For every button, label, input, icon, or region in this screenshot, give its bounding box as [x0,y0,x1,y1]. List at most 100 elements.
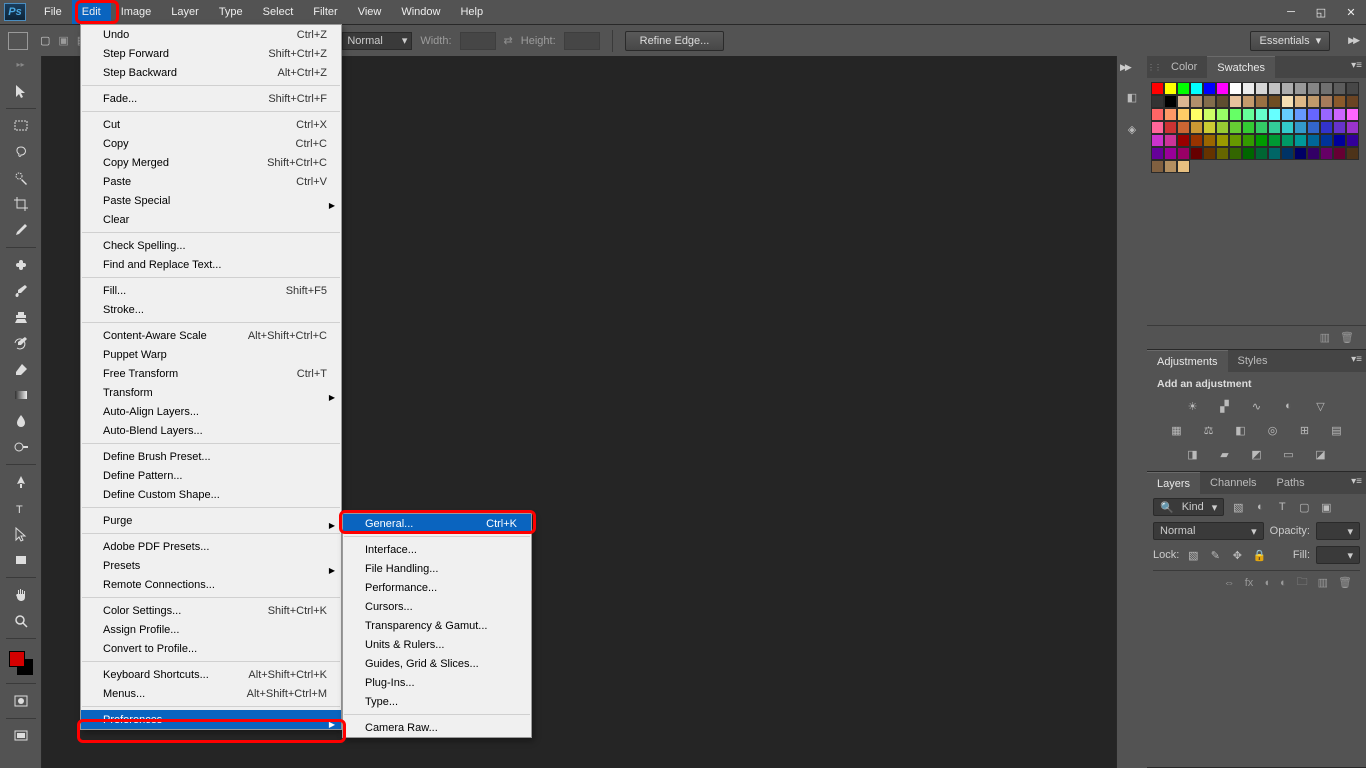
menu-item-free-transform[interactable]: Free TransformCtrl+T [81,364,341,383]
swatch[interactable] [1281,134,1294,147]
lock-transparency-icon[interactable]: ▧ [1185,549,1201,562]
swatch[interactable] [1320,134,1333,147]
new-fill-layer-icon[interactable]: ◐ [1280,577,1287,589]
swatch[interactable] [1294,95,1307,108]
blend-mode-dropdown[interactable]: Normal▾ [1153,522,1264,540]
paths-tab[interactable]: Paths [1267,472,1315,494]
menu-item-undo[interactable]: UndoCtrl+Z [81,25,341,44]
swatch[interactable] [1177,147,1190,160]
menu-item-copy-merged[interactable]: Copy MergedShift+Ctrl+C [81,153,341,172]
swatch[interactable] [1333,95,1346,108]
menu-item-presets[interactable]: Presets [81,556,341,575]
selective-color-adjust-icon[interactable]: ◪ [1312,446,1330,462]
style-dropdown[interactable]: Normal▾ [342,32,412,50]
swatch[interactable] [1255,82,1268,95]
swatch[interactable] [1333,108,1346,121]
menubar-view[interactable]: View [348,0,392,24]
menu-item-purge[interactable]: Purge [81,511,341,530]
menu-item-fill-[interactable]: Fill...Shift+F5 [81,281,341,300]
bw-adjust-icon[interactable]: ◧ [1232,422,1250,438]
swatch[interactable] [1203,108,1216,121]
swatch[interactable] [1346,95,1359,108]
quick-mask-toggle[interactable] [9,690,33,712]
properties-panel-icon[interactable]: ◈ [1121,118,1143,140]
menubar-select[interactable]: Select [253,0,304,24]
gradient-tool[interactable] [9,384,33,406]
color-swatch-pair[interactable] [7,649,35,677]
swatch[interactable] [1320,108,1333,121]
brightness-adjust-icon[interactable]: ☀ [1184,398,1202,414]
swatch[interactable] [1268,82,1281,95]
swatch[interactable] [1242,121,1255,134]
healing-brush-tool[interactable] [9,254,33,276]
swatch[interactable] [1229,108,1242,121]
swatch[interactable] [1151,160,1164,173]
swatch[interactable] [1164,160,1177,173]
swatch[interactable] [1164,95,1177,108]
menu-item-remote-connections-[interactable]: Remote Connections... [81,575,341,594]
styles-tab[interactable]: Styles [1228,350,1278,372]
swatch[interactable] [1203,82,1216,95]
filter-smart-icon[interactable]: ▣ [1318,501,1334,514]
panel-menu-icon[interactable]: ▾≡ [1351,60,1362,71]
new-group-icon[interactable]: 🗀 [1297,573,1308,592]
swatch[interactable] [1190,108,1203,121]
swatch[interactable] [1307,147,1320,160]
screen-mode-toggle[interactable] [9,725,33,747]
eraser-tool[interactable] [9,358,33,380]
swatch[interactable] [1203,121,1216,134]
swatch[interactable] [1346,108,1359,121]
swatch[interactable] [1294,121,1307,134]
menubar-filter[interactable]: Filter [303,0,347,24]
swatch[interactable] [1268,147,1281,160]
swatch[interactable] [1281,121,1294,134]
swatch[interactable] [1151,134,1164,147]
fill-input[interactable]: ▾ [1316,546,1360,564]
filter-pixel-icon[interactable]: ▧ [1230,501,1246,514]
swatch[interactable] [1177,134,1190,147]
swatch[interactable] [1346,82,1359,95]
menu-item-type-[interactable]: Type... [343,692,531,711]
vibrance-adjust-icon[interactable]: ▽ [1312,398,1330,414]
swatch[interactable] [1164,121,1177,134]
threshold-adjust-icon[interactable]: ◩ [1248,446,1266,462]
posterize-adjust-icon[interactable]: ▰ [1216,446,1234,462]
menu-item-auto-align-layers-[interactable]: Auto-Align Layers... [81,402,341,421]
swatch[interactable] [1216,121,1229,134]
layer-mask-icon[interactable]: ◖ [1263,577,1270,589]
swatch[interactable] [1294,134,1307,147]
dodge-tool[interactable] [9,436,33,458]
menu-item-keyboard-shortcuts-[interactable]: Keyboard Shortcuts...Alt+Shift+Ctrl+K [81,665,341,684]
swatch[interactable] [1333,147,1346,160]
swatch[interactable] [1151,108,1164,121]
menu-item-define-brush-preset-[interactable]: Define Brush Preset... [81,447,341,466]
menubar-layer[interactable]: Layer [161,0,209,24]
menu-item-convert-to-profile-[interactable]: Convert to Profile... [81,639,341,658]
menu-item-define-custom-shape-[interactable]: Define Custom Shape... [81,485,341,504]
swatch[interactable] [1177,160,1190,173]
swatch[interactable] [1281,82,1294,95]
layer-filter-kind[interactable]: 🔍Kind▾ [1153,498,1224,516]
swatch[interactable] [1242,82,1255,95]
lock-position-icon[interactable]: ✥ [1229,549,1245,562]
swatch[interactable] [1177,82,1190,95]
swatch[interactable] [1151,95,1164,108]
menu-item-guides-grid-slices-[interactable]: Guides, Grid & Slices... [343,654,531,673]
menu-item-cursors-[interactable]: Cursors... [343,597,531,616]
color-tab[interactable]: Color [1161,56,1207,78]
crop-tool[interactable] [9,193,33,215]
marquee-tool[interactable] [9,115,33,137]
swatch[interactable] [1242,108,1255,121]
gradient-map-adjust-icon[interactable]: ▭ [1280,446,1298,462]
swatch[interactable] [1190,134,1203,147]
menubar-edit[interactable]: Edit [72,0,111,24]
layer-style-icon[interactable]: fx [1245,577,1254,589]
swatch[interactable] [1268,108,1281,121]
swatch[interactable] [1333,134,1346,147]
swatch[interactable] [1242,147,1255,160]
menu-item-step-forward[interactable]: Step ForwardShift+Ctrl+Z [81,44,341,63]
swatch[interactable] [1307,134,1320,147]
hue-adjust-icon[interactable]: ▦ [1168,422,1186,438]
swatch[interactable] [1164,108,1177,121]
menu-item-check-spelling-[interactable]: Check Spelling... [81,236,341,255]
